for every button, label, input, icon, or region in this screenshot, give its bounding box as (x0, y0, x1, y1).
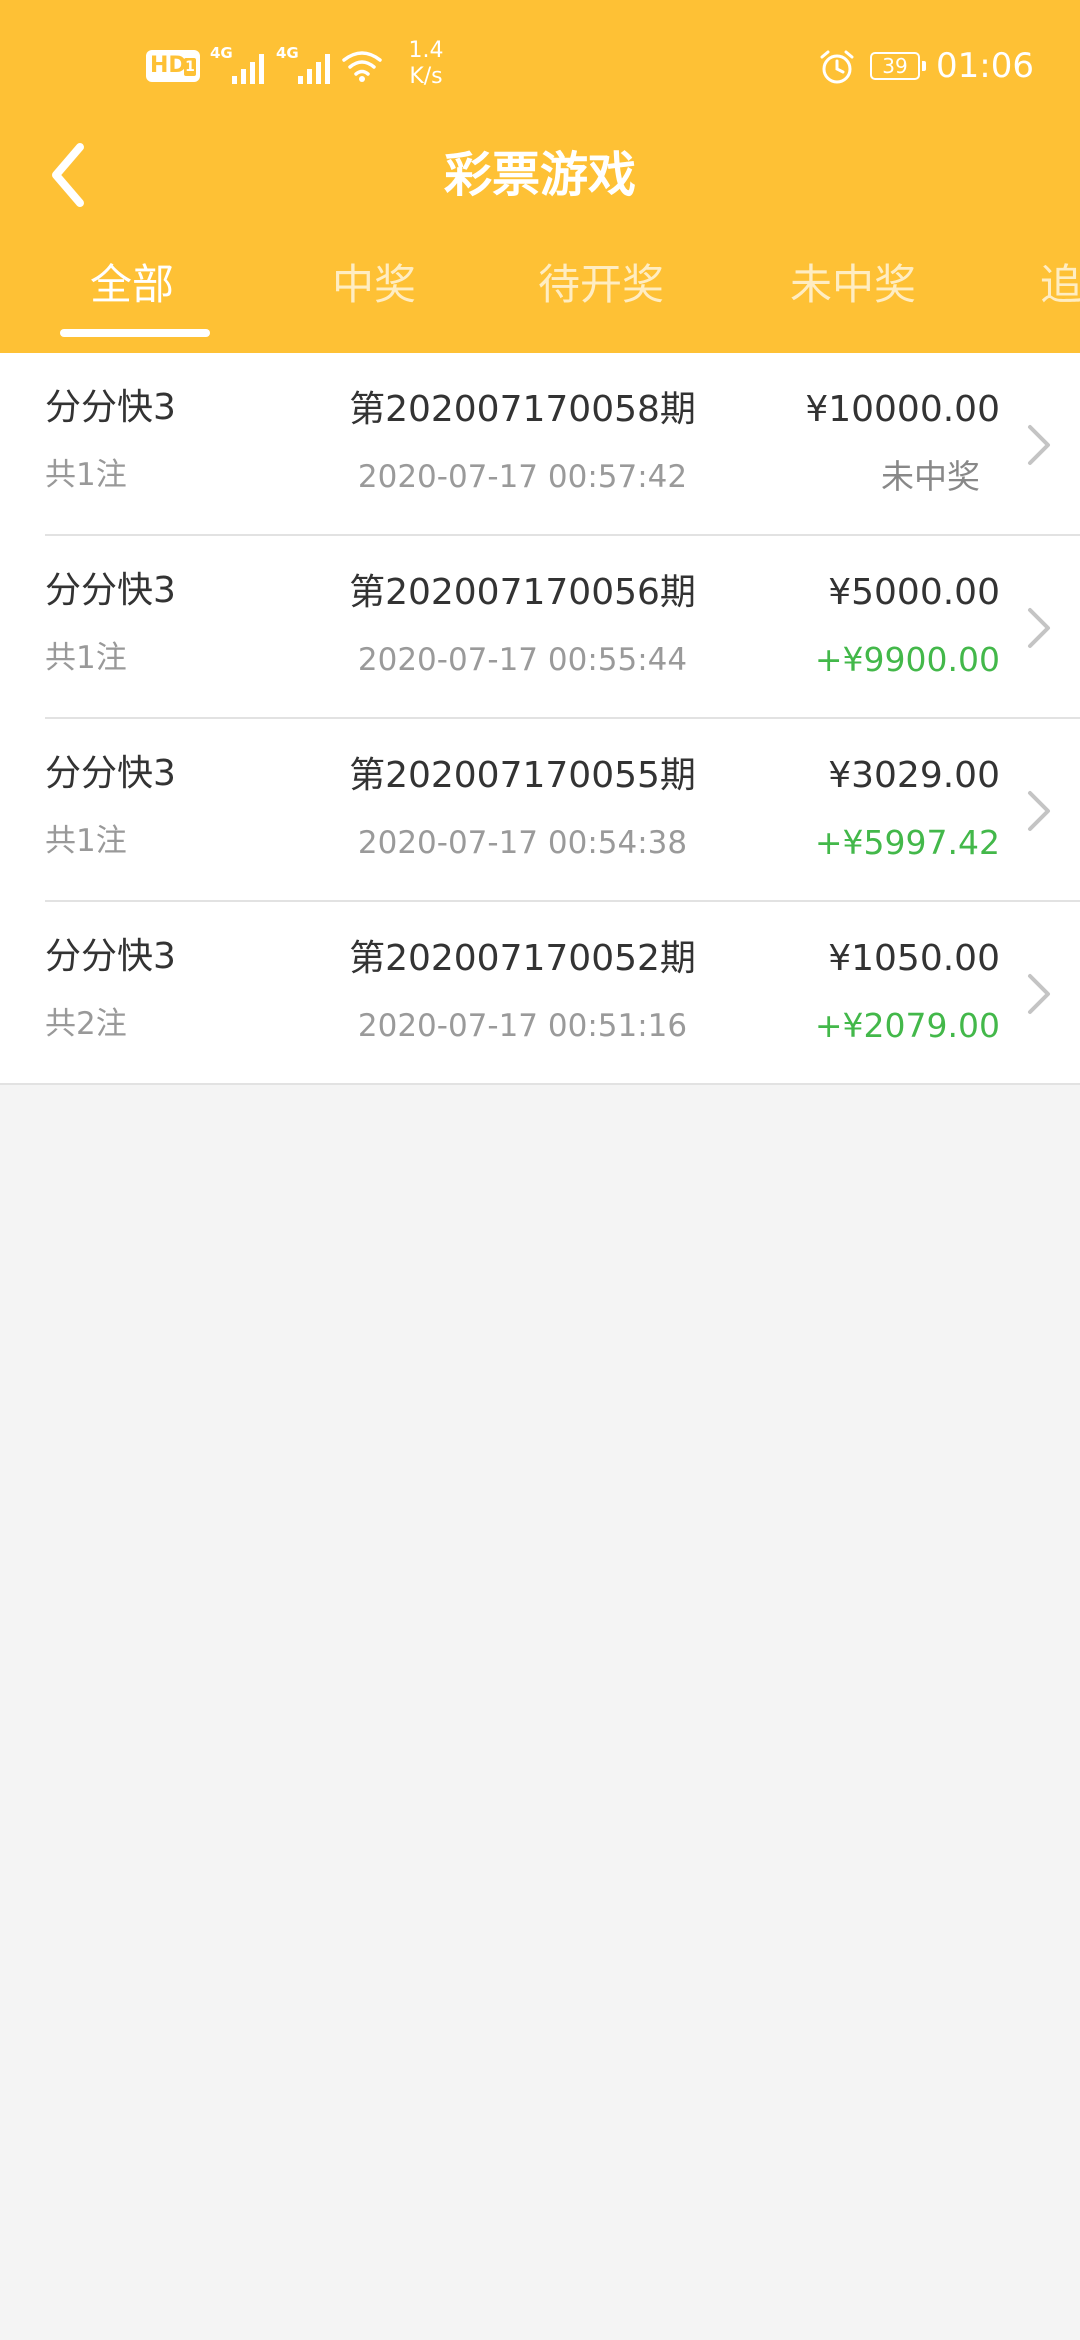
bet-time: 2020-07-17 00:55:44 (357, 642, 688, 678)
record-row[interactable]: 分分快3 共1注 第202007170058期 2020-07-17 00:57… (0, 353, 1080, 536)
cellular-signal-icon: 4G (210, 44, 270, 84)
bet-count: 共1注 (45, 457, 127, 493)
record-row[interactable]: 分分快3 共1注 第202007170055期 2020-07-17 00:54… (0, 719, 1080, 902)
status-bar: HD 1 4G 4G 1.4 K/s 39 01:06 (0, 0, 1080, 130)
chevron-right-icon (1028, 974, 1050, 1014)
period-number: 第202007170055期 (349, 755, 696, 796)
bet-count: 共2注 (45, 1006, 127, 1042)
wifi-icon (342, 51, 382, 82)
battery-icon: 39 (870, 52, 926, 80)
divider (0, 1083, 1080, 1085)
bet-amount: ¥5000.00 (828, 572, 1000, 613)
alarm-clock-icon (820, 50, 854, 84)
period-number: 第202007170058期 (349, 389, 696, 430)
chevron-right-icon (1028, 425, 1050, 465)
tab-chase[interactable]: 追 (1040, 255, 1080, 315)
bet-count: 共1注 (45, 823, 127, 859)
tab-all[interactable]: 全部 (90, 255, 174, 315)
win-amount: +¥9900.00 (814, 640, 1000, 679)
header: HD 1 4G 4G 1.4 K/s 39 01:06 彩票游戏 全部 中奖 待… (0, 0, 1080, 353)
cellular-signal-icon: 4G (276, 44, 336, 84)
game-name: 分分快3 (45, 936, 176, 977)
record-row[interactable]: 分分快3 共2注 第202007170052期 2020-07-17 00:51… (0, 902, 1080, 1085)
records-list: 分分快3 共1注 第202007170058期 2020-07-17 00:57… (0, 353, 1080, 1085)
bet-amount: ¥1050.00 (828, 938, 1000, 979)
bet-time: 2020-07-17 00:54:38 (357, 825, 688, 861)
bet-amount: ¥10000.00 (805, 389, 1000, 430)
bet-amount: ¥3029.00 (828, 755, 1000, 796)
page-title: 彩票游戏 (443, 147, 636, 203)
tab-pending[interactable]: 待开奖 (538, 255, 664, 315)
game-name: 分分快3 (45, 387, 176, 428)
chevron-right-icon (1028, 791, 1050, 831)
battery-level: 39 (882, 54, 908, 78)
bet-time: 2020-07-17 00:51:16 (357, 1008, 688, 1044)
win-amount: +¥2079.00 (814, 1006, 1000, 1045)
network-speed: 1.4 K/s (396, 38, 456, 90)
record-row[interactable]: 分分快3 共1注 第202007170056期 2020-07-17 00:55… (0, 536, 1080, 719)
tab-not-won[interactable]: 未中奖 (790, 255, 916, 315)
period-number: 第202007170052期 (349, 938, 696, 979)
network-speed-value: 1.4 (408, 38, 444, 63)
game-name: 分分快3 (45, 570, 176, 611)
sim-label: 1 (184, 58, 196, 76)
tab-won[interactable]: 中奖 (332, 255, 416, 315)
period-number: 第202007170056期 (349, 572, 696, 613)
status-time: 01:06 (936, 46, 1034, 86)
bet-time: 2020-07-17 00:57:42 (357, 459, 688, 495)
hd-icon: HD 1 (146, 50, 200, 82)
hd-label: HD (150, 53, 187, 78)
bet-count: 共1注 (45, 640, 127, 676)
tab-indicator (60, 329, 210, 337)
chevron-right-icon (1028, 608, 1050, 648)
game-name: 分分快3 (45, 753, 176, 794)
win-amount: +¥5997.42 (814, 823, 1000, 862)
result-status: 未中奖 (881, 457, 980, 496)
network-speed-unit: K/s (409, 64, 443, 89)
